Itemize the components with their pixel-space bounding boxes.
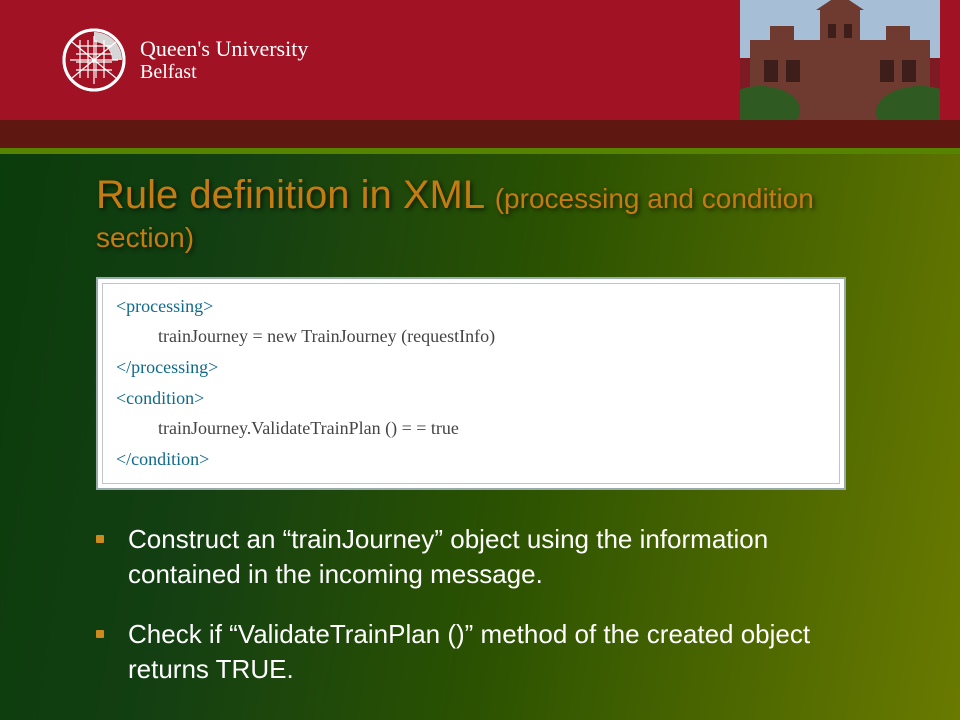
slide-title: Rule definition in XML (processing and c… <box>96 172 864 255</box>
code-line: <processing> <box>116 296 213 316</box>
header-bar: Queen's University Belfast <box>0 0 960 120</box>
university-line1: Queen's University <box>140 37 308 61</box>
header-photo <box>740 0 940 120</box>
university-logo: Queen's University Belfast <box>62 28 308 92</box>
code-line: </condition> <box>116 449 209 469</box>
header-subband <box>0 120 960 148</box>
code-line: trainJourney = new TrainJourney (request… <box>116 321 826 352</box>
university-name: Queen's University Belfast <box>140 37 308 83</box>
code-line: <condition> <box>116 388 204 408</box>
bullet-list: Construct an “trainJourney” object using… <box>96 522 864 686</box>
code-line: trainJourney.ValidateTrainPlan () = = tr… <box>116 413 826 444</box>
code-box: <processing> trainJourney = new TrainJou… <box>96 277 846 491</box>
crest-icon <box>62 28 126 92</box>
university-line2: Belfast <box>140 61 308 83</box>
bullet-icon <box>96 535 104 543</box>
bullet-icon <box>96 630 104 638</box>
list-item: Construct an “trainJourney” object using… <box>96 522 864 592</box>
title-main: Rule definition in XML <box>96 173 495 217</box>
slide: Queen's University Belfast <box>0 0 960 720</box>
bullet-text: Check if “ValidateTrainPlan ()” method o… <box>128 617 864 687</box>
content-area: Rule definition in XML (processing and c… <box>0 154 960 687</box>
code-line: </processing> <box>116 357 218 377</box>
list-item: Check if “ValidateTrainPlan ()” method o… <box>96 617 864 687</box>
bullet-text: Construct an “trainJourney” object using… <box>128 522 864 592</box>
